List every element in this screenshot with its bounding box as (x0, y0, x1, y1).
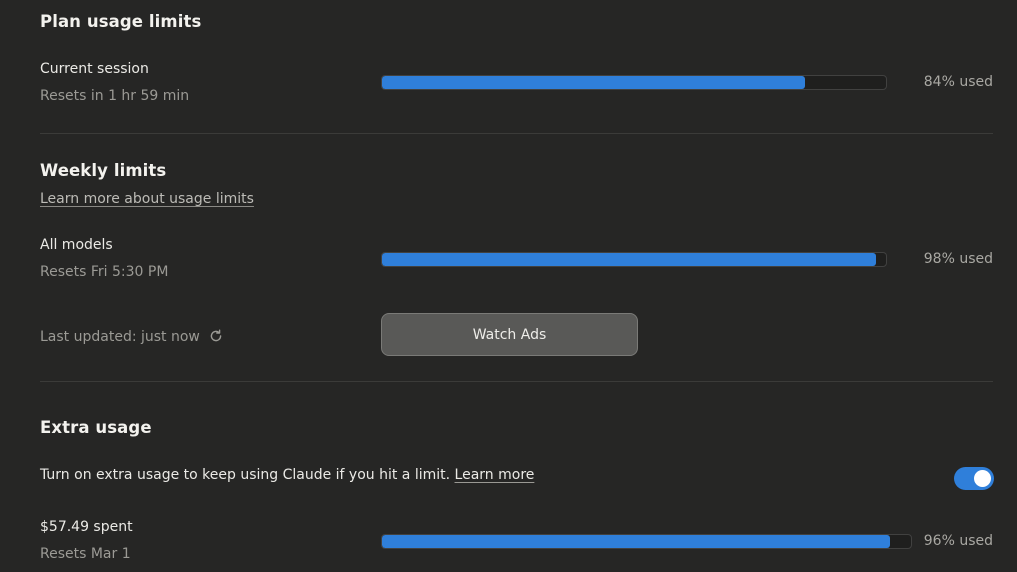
extra-spent-label: $57.49 spent (40, 519, 133, 535)
current-session-label: Current session (40, 61, 149, 77)
current-session-percent: 84% used (923, 74, 993, 90)
all-models-label: All models (40, 237, 113, 253)
current-session-reset: Resets in 1 hr 59 min (40, 88, 190, 104)
last-updated-row: Last updated: just now (40, 328, 224, 345)
all-models-reset: Resets Fri 5:30 PM (40, 264, 169, 280)
watch-ads-button[interactable]: Watch Ads (381, 313, 638, 356)
watch-ads-label: Watch Ads (472, 326, 547, 343)
extra-spent-progress-bar (381, 534, 912, 549)
extra-usage-learn-more-link[interactable]: Learn more (455, 467, 535, 483)
extra-spent-progress-fill (382, 535, 890, 548)
extra-usage-description-row: Turn on extra usage to keep using Claude… (40, 467, 534, 483)
usage-settings-page: Plan usage limits Current session Resets… (0, 0, 1017, 572)
extra-usage-description: Turn on extra usage to keep using Claude… (40, 467, 451, 483)
refresh-icon[interactable] (208, 328, 224, 344)
extra-usage-title: Extra usage (40, 418, 152, 437)
extra-spent-reset: Resets Mar 1 (40, 546, 131, 562)
current-session-progress-bar (381, 75, 887, 90)
section-divider (40, 381, 993, 382)
plan-usage-title: Plan usage limits (40, 12, 202, 31)
extra-usage-toggle[interactable] (954, 467, 994, 490)
all-models-progress-fill (382, 253, 876, 266)
toggle-knob (974, 470, 991, 487)
section-divider (40, 133, 993, 134)
all-models-percent: 98% used (923, 251, 993, 267)
weekly-limits-title: Weekly limits (40, 161, 167, 180)
learn-more-usage-limits-link[interactable]: Learn more about usage limits (40, 191, 254, 207)
last-updated-text: Last updated: just now (40, 329, 200, 345)
all-models-progress-bar (381, 252, 887, 267)
extra-spent-percent: 96% used (923, 533, 993, 549)
current-session-progress-fill (382, 76, 806, 89)
